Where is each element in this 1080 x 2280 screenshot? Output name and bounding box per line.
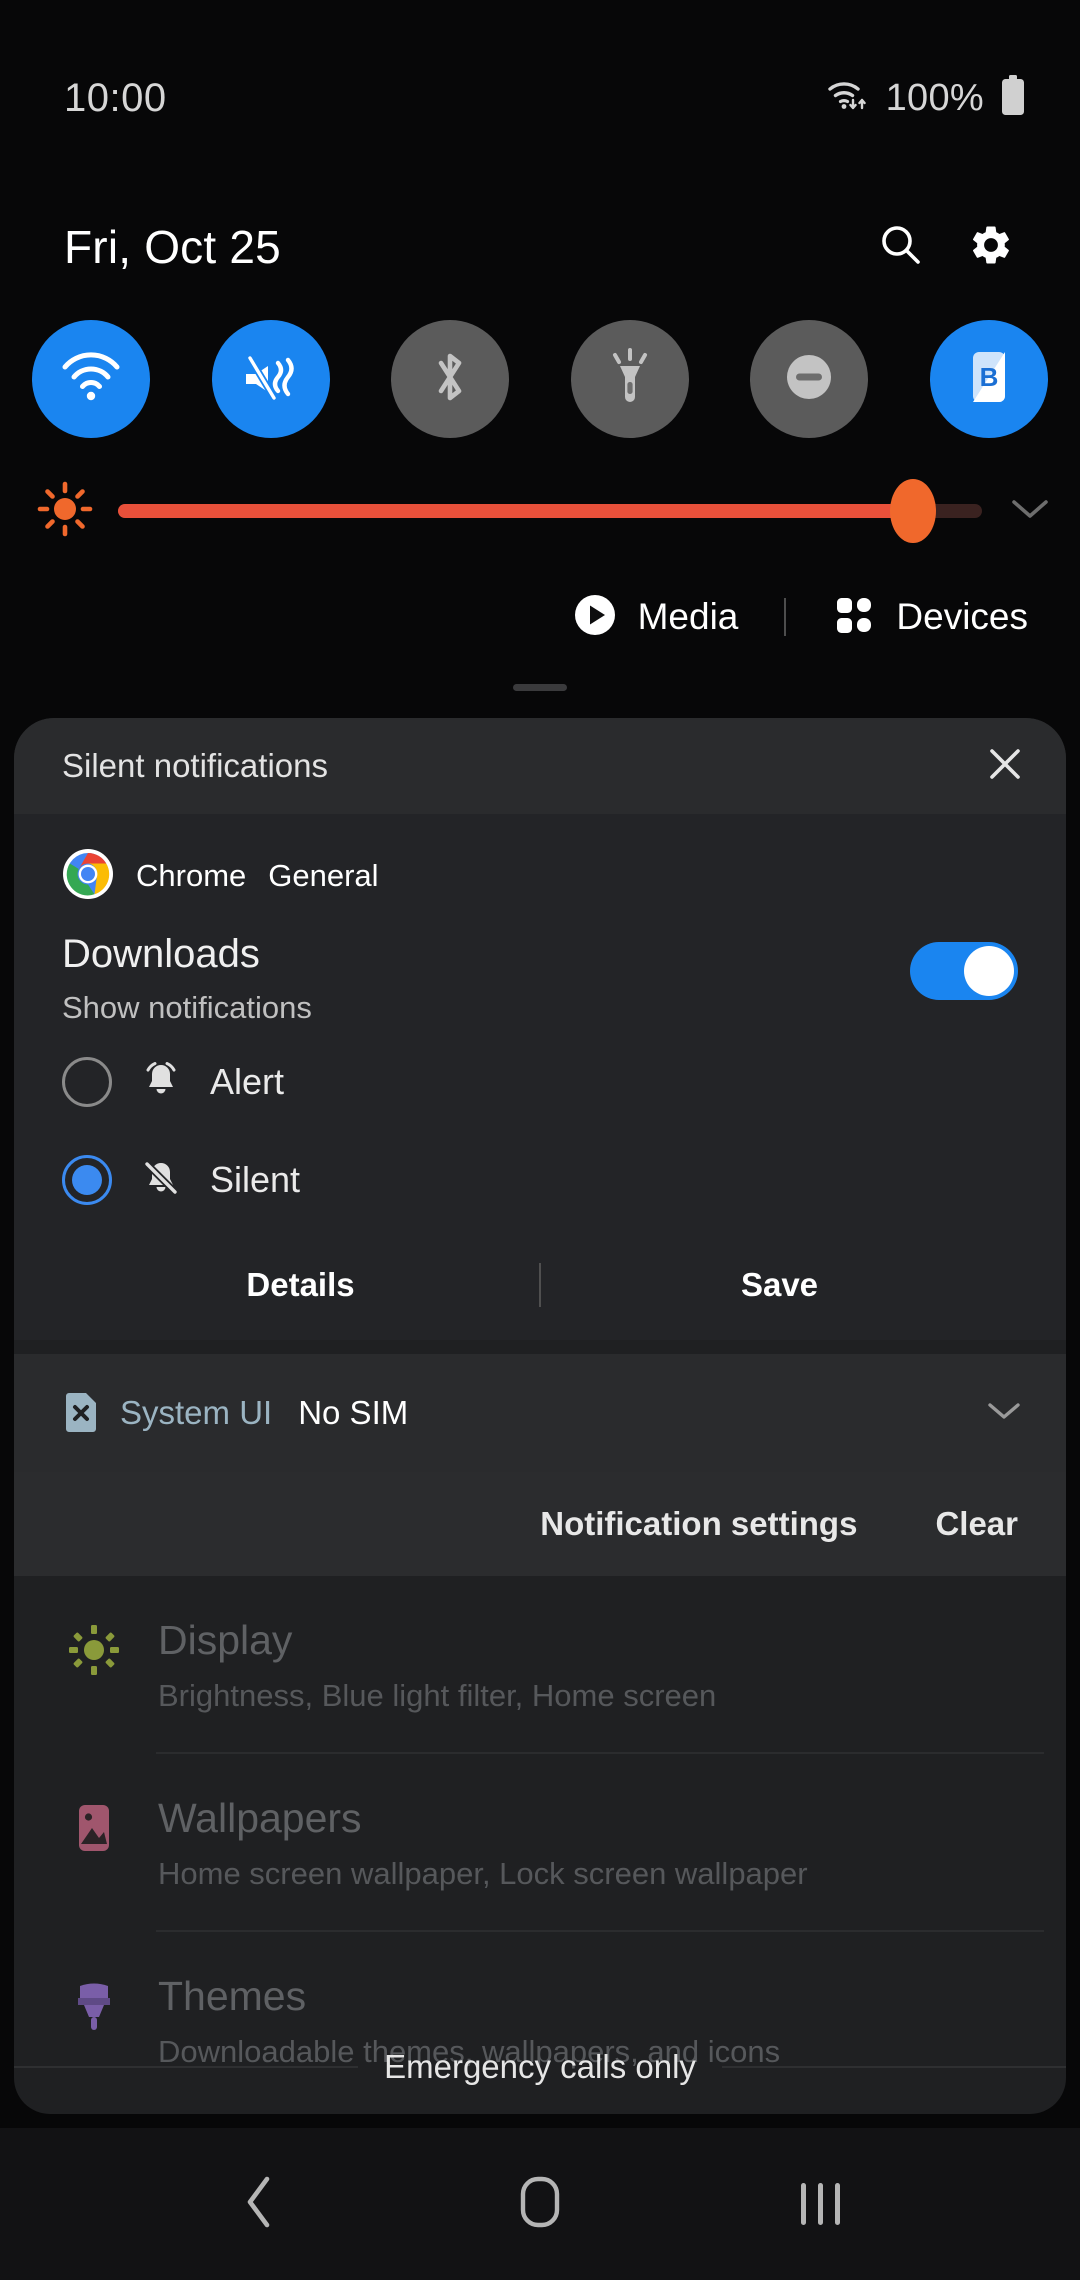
dnd-icon <box>779 347 839 412</box>
wallpaper-image-icon <box>66 1800 122 1856</box>
quick-settings-toggles: B <box>0 318 1080 440</box>
vibrate-mute-icon <box>240 348 302 411</box>
bluetooth-icon <box>427 346 473 413</box>
media-button[interactable]: Media <box>572 592 739 643</box>
system-ui-app-name: System UI <box>120 1394 273 1431</box>
themes-brush-icon <box>66 1978 122 2034</box>
toggle-blue-light-filter[interactable]: B <box>929 320 1048 438</box>
chevron-down-icon[interactable] <box>1008 494 1052 529</box>
notification-chrome-downloads: Chrome General Downloads Show notificati… <box>14 814 1066 1340</box>
settings-item-title: Display <box>158 1617 293 1663</box>
status-bar: 10:00 100% <box>0 0 1080 196</box>
option-silent[interactable]: Silent <box>62 1138 1018 1222</box>
navigation-bar <box>0 2128 1080 2280</box>
toggle-bluetooth[interactable] <box>391 320 510 438</box>
recents-icon <box>800 2183 840 2225</box>
silent-notifications-title: Silent notifications <box>62 747 328 784</box>
media-label: Media <box>637 596 739 637</box>
svg-text:B: B <box>980 362 999 392</box>
system-ui-text: No SIM <box>298 1394 409 1431</box>
sim-card-x-icon <box>62 1389 100 1438</box>
alert-radio[interactable] <box>62 1057 112 1107</box>
emergency-line-left <box>14 2066 359 2068</box>
brightness-slider-knob[interactable] <box>889 479 936 543</box>
notification-channel-subtitle: Show notifications <box>62 990 312 1025</box>
notification-app-name: Chrome <box>136 858 247 893</box>
settings-list-background: Display Brightness, Blue light filter, H… <box>14 1576 1066 2108</box>
devices-grid-icon <box>832 593 876 642</box>
show-notifications-toggle[interactable] <box>910 942 1018 1000</box>
toggle-knob <box>964 946 1014 996</box>
settings-item-title: Themes <box>158 1973 307 2019</box>
notification-channel-block: Downloads Show notifications <box>62 928 1018 1026</box>
back-button[interactable] <box>190 2154 330 2254</box>
notification-settings-button[interactable]: Notification settings <box>540 1505 857 1543</box>
notification-shade: Silent notifications Chrome General Down… <box>14 718 1066 2114</box>
settings-item-display[interactable]: Display Brightness, Blue light filter, H… <box>14 1576 1066 1752</box>
toggle-sound-mode[interactable] <box>211 320 330 438</box>
option-alert[interactable]: Alert <box>62 1040 1018 1124</box>
brightness-slider[interactable] <box>118 479 982 543</box>
flashlight-icon <box>602 346 658 413</box>
silent-radio[interactable] <box>62 1155 112 1205</box>
silent-label: Silent <box>210 1159 301 1200</box>
settings-item-subtitle: Home screen wallpaper, Lock screen wallp… <box>158 1856 808 1891</box>
wifi-activity-icon <box>826 76 870 121</box>
search-icon[interactable] <box>878 222 924 273</box>
chrome-icon <box>62 848 114 905</box>
close-icon[interactable] <box>984 743 1026 790</box>
brightness-icon <box>36 480 94 543</box>
settings-item-title: Wallpapers <box>158 1795 362 1841</box>
notification-actions: Details Save <box>62 1236 1018 1340</box>
recents-button[interactable] <box>750 2154 890 2254</box>
play-circle-icon <box>572 592 618 643</box>
bell-icon <box>138 1057 184 1108</box>
display-sun-icon <box>66 1622 122 1678</box>
date-label: Fri, Oct 25 <box>64 221 281 273</box>
battery-percent-label: 100% <box>885 76 984 119</box>
blue-light-b-icon: B <box>961 346 1017 413</box>
devices-label: Devices <box>896 596 1028 637</box>
brightness-slider-fill <box>118 504 913 518</box>
panel-drag-handle[interactable] <box>513 684 567 691</box>
settings-item-wallpapers[interactable]: Wallpapers Home screen wallpaper, Lock s… <box>14 1754 1066 1930</box>
bell-slash-icon <box>138 1155 184 1206</box>
toggle-wifi[interactable] <box>32 320 150 438</box>
emergency-calls-banner: Emergency calls only <box>14 2048 1066 2086</box>
back-chevron-icon <box>242 2173 278 2236</box>
home-button[interactable] <box>470 2154 610 2254</box>
silent-notifications-header: Silent notifications <box>14 718 1066 814</box>
status-bar-right: 100% <box>826 74 1026 122</box>
shade-footer: Notification settings Clear <box>14 1472 1066 1576</box>
media-devices-row: Media Devices <box>0 578 1080 656</box>
alert-label: Alert <box>210 1061 285 1102</box>
status-bar-clock: 10:00 <box>64 75 167 120</box>
notification-channel-group: General <box>268 858 379 893</box>
save-button[interactable]: Save <box>541 1266 1018 1304</box>
notification-channel-title: Downloads <box>62 932 260 976</box>
battery-full-icon <box>1000 74 1026 122</box>
clear-button[interactable]: Clear <box>935 1505 1018 1543</box>
phone-screen: 10:00 100% Fri, Oct 25 B Media Devices S… <box>0 0 1080 2280</box>
wifi-icon <box>60 350 122 409</box>
brightness-slider-row <box>0 468 1080 554</box>
details-button[interactable]: Details <box>62 1266 539 1304</box>
gear-icon[interactable] <box>968 222 1014 273</box>
settings-item-subtitle: Brightness, Blue light filter, Home scre… <box>158 1678 717 1713</box>
toggle-do-not-disturb[interactable] <box>750 320 869 438</box>
chevron-down-icon[interactable] <box>984 1398 1024 1429</box>
toggle-flashlight[interactable] <box>570 320 689 438</box>
notification-app-line: Chrome General <box>62 848 1018 904</box>
quick-panel-header: Fri, Oct 25 <box>0 196 1080 298</box>
emergency-calls-label: Emergency calls only <box>384 2048 696 2085</box>
media-devices-separator <box>784 598 787 636</box>
notification-system-ui[interactable]: System UI No SIM <box>14 1354 1066 1472</box>
emergency-line-right <box>721 2066 1066 2068</box>
devices-button[interactable]: Devices <box>832 593 1028 642</box>
home-icon <box>517 2174 563 2235</box>
